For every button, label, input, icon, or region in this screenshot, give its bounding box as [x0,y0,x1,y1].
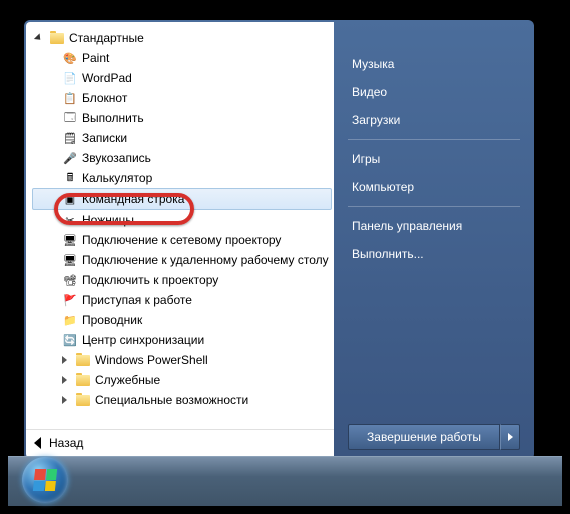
program-icon: 🖥 [62,232,78,248]
program-item[interactable]: 🚩 Приступая к работе [32,290,332,310]
program-icon: ▣ [62,191,78,207]
program-item[interactable]: 🔄 Центр синхронизации [32,330,332,350]
programs-pane: Стандартные 🎨 Paint 📄 WordPad 📋 Блокнот 🗔 Выпол… [26,22,334,458]
program-label: Приступая к работе [82,293,192,307]
program-item[interactable]: 📁 Проводник [32,310,332,330]
program-label: Ножницы [82,213,134,227]
subfolder-item[interactable]: Windows PowerShell [32,350,332,370]
program-icon: 🔄 [62,332,78,348]
program-label: Записки [82,131,127,145]
places-link[interactable]: Компьютер [348,173,520,201]
program-label: Центр синхронизации [82,333,204,347]
program-label: Paint [82,51,109,65]
program-item[interactable]: ▣ Командная строка [32,188,332,210]
program-label: Командная строка [82,192,184,206]
places-link[interactable]: Выполнить... [348,240,520,268]
taskbar[interactable] [8,456,562,506]
places-link[interactable]: Загрузки [348,106,520,134]
program-icon: 📽 [62,272,78,288]
places-link[interactable]: Панель управления [348,212,520,240]
program-icon: 🖩 [62,170,78,186]
subfolder-item[interactable]: Специальные возможности [32,390,332,410]
program-label: Выполнить [82,111,144,125]
back-button[interactable]: Назад [26,429,334,458]
program-icon: 📄 [62,70,78,86]
program-item[interactable]: 📽 Подключить к проектору [32,270,332,290]
program-item[interactable]: 🎤 Звукозапись [32,148,332,168]
program-item[interactable]: 🖥 Подключение к удаленному рабочему столу [32,250,332,270]
expand-icon [62,356,71,365]
program-icon: 🗔 [62,110,78,126]
separator [348,139,520,140]
program-icon: 🖥 [62,252,78,268]
program-icon: 🎨 [62,50,78,66]
program-item[interactable]: 🗒 Записки [32,128,332,148]
expand-icon [62,376,71,385]
program-item[interactable]: 🖥 Подключение к сетевому проектору [32,230,332,250]
subfolder-item[interactable]: Служебные [32,370,332,390]
start-menu: Стандартные 🎨 Paint 📄 WordPad 📋 Блокнот 🗔 Выпол… [24,20,534,460]
separator [348,206,520,207]
places-link[interactable]: Видео [348,78,520,106]
windows-logo-icon [33,469,57,491]
folder-label: Стандартные [69,31,144,45]
program-icon: ✂ [62,212,78,228]
program-label: WordPad [82,71,132,85]
program-item[interactable]: ✂ Ножницы [32,210,332,230]
program-item[interactable]: 🎨 Paint [32,48,332,68]
folder-icon [75,392,91,408]
program-icon: 🎤 [62,150,78,166]
program-item[interactable]: 🗔 Выполнить [32,108,332,128]
folder-label: Специальные возможности [95,393,248,407]
back-arrow-icon [34,437,41,449]
program-label: Подключить к проектору [82,273,218,287]
folder-icon [75,352,91,368]
programs-tree: Стандартные 🎨 Paint 📄 WordPad 📋 Блокнот 🗔 Выпол… [26,22,334,429]
program-icon: 📋 [62,90,78,106]
expand-icon [36,34,45,43]
program-icon: 🚩 [62,292,78,308]
folder-icon [49,30,65,46]
start-button[interactable] [22,457,68,503]
program-icon: 🗒 [62,130,78,146]
shutdown-group: Завершение работы [348,424,520,450]
program-label: Блокнот [82,91,127,105]
shutdown-button[interactable]: Завершение работы [348,424,500,450]
program-label: Калькулятор [82,171,152,185]
program-icon: 📁 [62,312,78,328]
shutdown-options-button[interactable] [500,424,520,450]
program-label: Подключение к сетевому проектору [82,233,281,247]
folder-accessories[interactable]: Стандартные [32,28,332,48]
folder-icon [75,372,91,388]
folder-label: Windows PowerShell [95,353,208,367]
expand-icon [62,396,71,405]
program-label: Подключение к удаленному рабочему столу [82,253,329,267]
places-link[interactable]: Музыка [348,50,520,78]
program-label: Звукозапись [82,151,151,165]
folder-label: Служебные [95,373,160,387]
places-link[interactable]: Игры [348,145,520,173]
program-label: Проводник [82,313,142,327]
places-pane: МузыкаВидеоЗагрузки ИгрыКомпьютер Панель… [334,22,532,458]
back-label: Назад [49,436,83,450]
program-item[interactable]: 🖩 Калькулятор [32,168,332,188]
program-item[interactable]: 📋 Блокнот [32,88,332,108]
program-item[interactable]: 📄 WordPad [32,68,332,88]
